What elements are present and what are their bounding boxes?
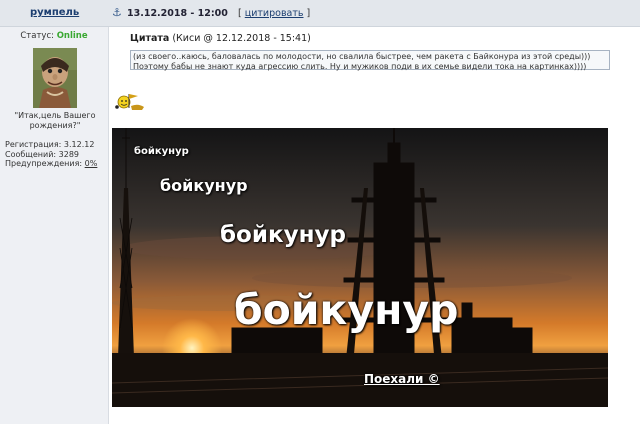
cite-wrapper: [ цитировать ] [238, 8, 310, 19]
cite-link[interactable]: цитировать [245, 8, 304, 19]
status-label: Статус: [20, 31, 54, 41]
cite-bracket-close: ] [306, 8, 311, 19]
message-count: Сообщений: 3289 [5, 149, 79, 159]
smiley-icon [114, 90, 146, 112]
anchor-icon[interactable]: ⚓ [112, 6, 122, 19]
user-stats: Регистрация: 3.12.12 Сообщений: 3289 Пре… [5, 140, 97, 169]
quote-source: (Киси @ 12.12.2018 - 15:41) [172, 33, 311, 44]
overlay-text-1: бойкунур [134, 146, 189, 157]
image-caption: Поехали © [364, 372, 440, 386]
quote-line-2: Поэтому бабы не знают куда агрессию слит… [133, 61, 587, 71]
status-line: Статус: Online [0, 31, 108, 41]
avatar[interactable] [33, 48, 77, 108]
overlay-text-4: бойкунур [234, 286, 459, 334]
post-header: румпель ⚓ 13.12.2018 - 12:00 [ цитироват… [0, 0, 640, 27]
post-image[interactable]: бойкунур бойкунур бойкунур бойкунур Поех… [112, 128, 608, 407]
cite-bracket-open: [ [238, 8, 242, 19]
quote-line-1: (из своего..каюсь, баловалась по молодос… [133, 52, 591, 61]
author-name-link[interactable]: румпель [30, 7, 79, 18]
user-signature: "Итак,цель Вашего рождения?" [14, 111, 96, 130]
status-online: Online [56, 31, 88, 41]
quote-box: (из своего..каюсь, баловалась по молодос… [130, 50, 610, 71]
overlay-text-3: бойкунур [220, 222, 346, 248]
quote-header: Цитата (Киси @ 12.12.2018 - 15:41) [130, 33, 311, 44]
overlay-text-2: бойкунур [160, 176, 248, 195]
warnings-line: Предупреждения: 0% [5, 159, 97, 169]
registration-date: Регистрация: 3.12.12 [5, 140, 95, 149]
post-date: 13.12.2018 - 12:00 [127, 8, 228, 19]
warnings-link[interactable]: 0% [85, 159, 98, 168]
warnings-label: Предупреждения: [5, 159, 83, 168]
quote-label: Цитата [130, 33, 170, 44]
